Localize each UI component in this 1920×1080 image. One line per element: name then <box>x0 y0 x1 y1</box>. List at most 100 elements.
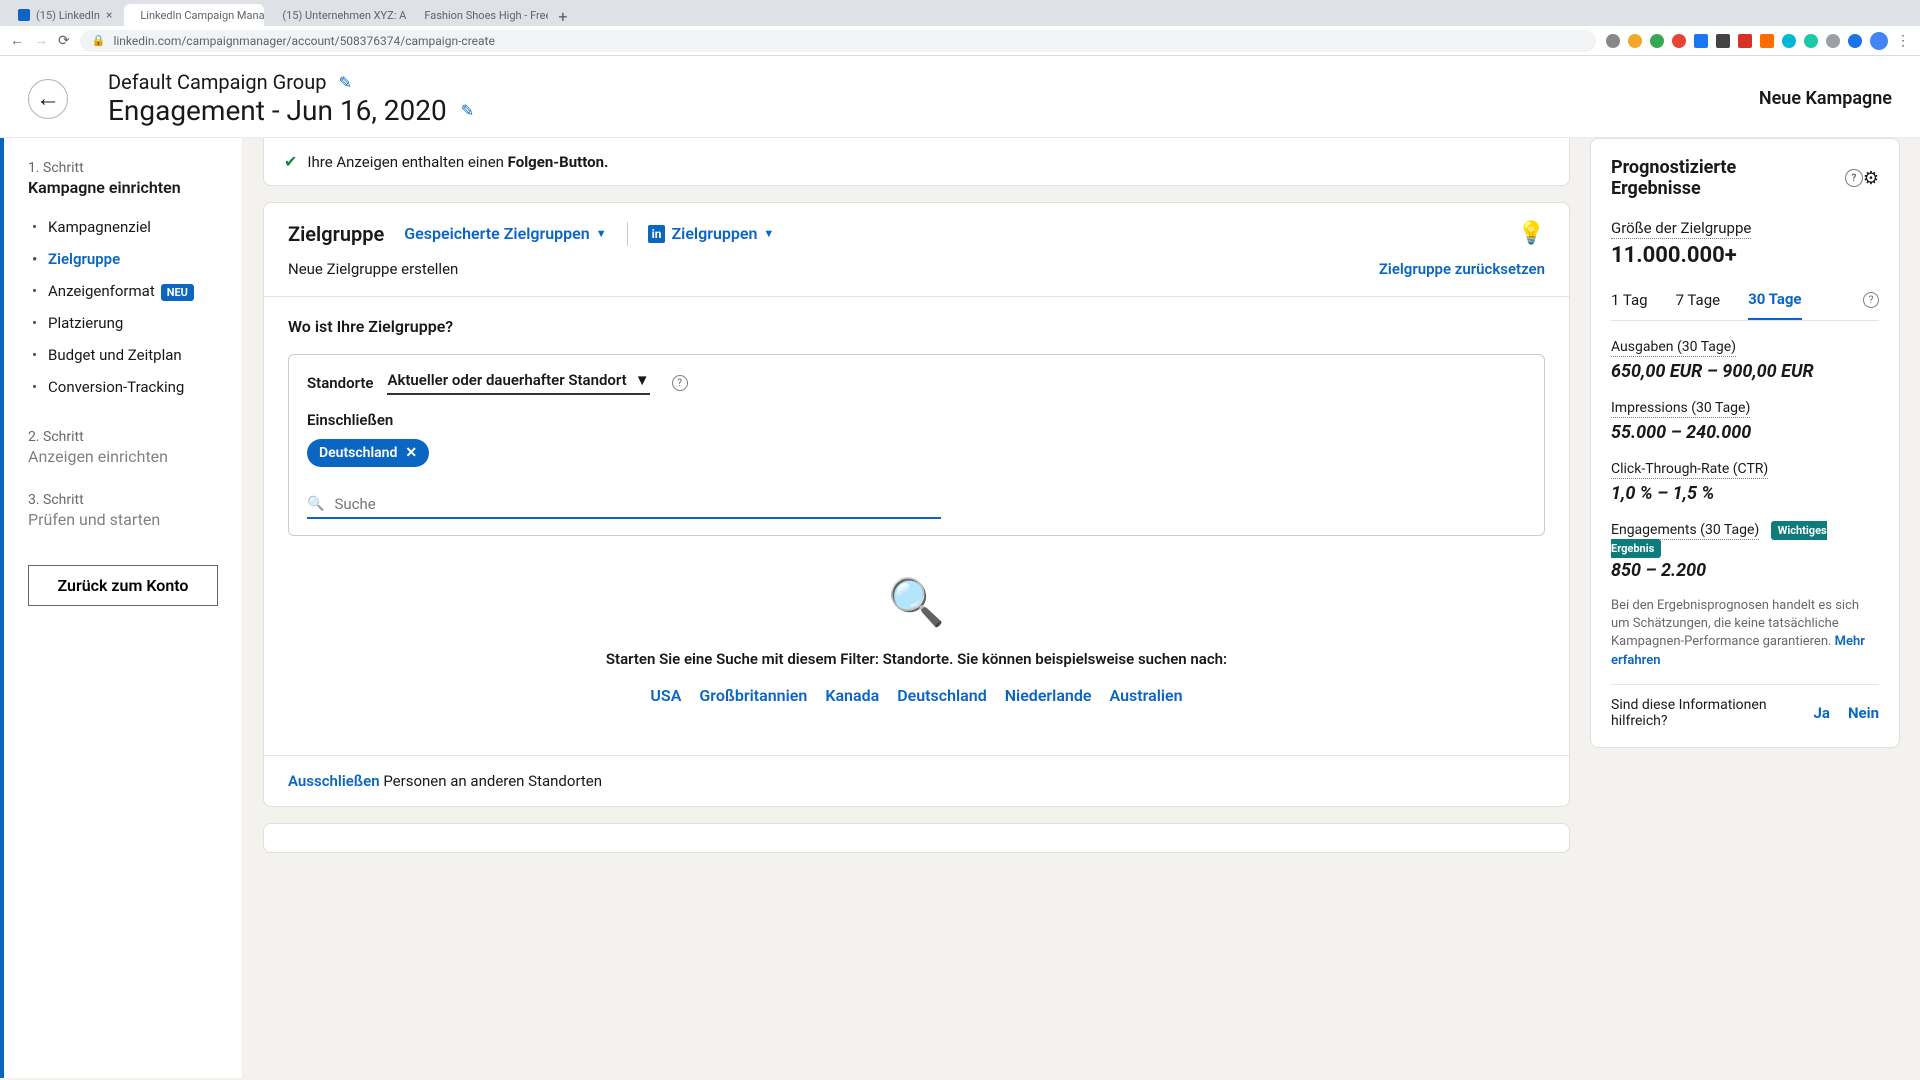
step-title[interactable]: Anzeigen einrichten <box>28 447 218 466</box>
new-badge: NEU <box>161 284 194 301</box>
help-icon[interactable]: ? <box>672 375 688 391</box>
extension-icon[interactable] <box>1672 34 1686 48</box>
impressions-value: 55.000 – 240.000 <box>1611 422 1879 443</box>
close-icon[interactable]: × <box>106 8 112 22</box>
feedback-yes-button[interactable]: Ja <box>1814 704 1830 722</box>
browser-tab[interactable]: (15) Unternehmen XYZ: Admin× <box>266 4 406 26</box>
back-icon[interactable]: ← <box>10 32 24 49</box>
forward-icon[interactable]: → <box>34 32 48 49</box>
spend-value: 650,00 EUR – 900,00 EUR <box>1611 361 1879 382</box>
step-number: 1. Schritt <box>28 160 218 176</box>
forecast-title: Prognostizierte Ergebnisse ? <box>1611 157 1863 199</box>
profile-avatar[interactable] <box>1870 32 1888 50</box>
extension-icon[interactable] <box>1848 34 1862 48</box>
campaign-group-title: Default Campaign Group ✎ <box>108 70 1759 94</box>
audience-size-value: 11.000.000+ <box>1611 243 1879 268</box>
new-tab-button[interactable]: + <box>550 7 575 26</box>
feedback-question: Sind diese Informationen hilfreich? <box>1611 697 1771 729</box>
help-icon[interactable]: ? <box>1845 169 1863 187</box>
divider <box>627 222 628 246</box>
location-question: Wo ist Ihre Zielgruppe? <box>288 317 1545 336</box>
location-search[interactable]: 🔍 <box>307 491 941 519</box>
sidebar: 1. Schritt Kampagne einrichten Kampagnen… <box>0 138 243 1078</box>
linkedin-icon: in <box>648 225 666 243</box>
caret-down-icon: ▼ <box>763 227 774 240</box>
engagements-value: 850 – 2.200 <box>1611 560 1879 581</box>
location-type-select[interactable]: Aktueller oder dauerhafter Standort▼ <box>387 371 649 395</box>
gear-icon[interactable]: ⚙ <box>1863 168 1879 189</box>
extension-icon[interactable] <box>1804 34 1818 48</box>
suggestion-link[interactable]: Deutschland <box>897 686 987 705</box>
suggestion-link[interactable]: USA <box>650 686 681 705</box>
extension-icon[interactable] <box>1716 34 1730 48</box>
sidebar-item-placement[interactable]: Platzierung <box>28 307 218 339</box>
step-title[interactable]: Prüfen und starten <box>28 510 218 529</box>
new-audience-label: Neue Zielgruppe erstellen <box>288 260 458 278</box>
remove-chip-icon[interactable]: ✕ <box>405 445 417 461</box>
check-icon: ✔ <box>284 152 297 171</box>
extension-icon[interactable] <box>1782 34 1796 48</box>
lightbulb-icon[interactable]: 💡 <box>1518 221 1545 246</box>
section-title: Zielgruppe <box>288 222 384 246</box>
reset-audience-link[interactable]: Zielgruppe zurücksetzen <box>1379 260 1545 278</box>
sidebar-item-format[interactable]: AnzeigenformatNEU <box>28 275 218 307</box>
audiences-dropdown[interactable]: in Zielgruppen▼ <box>648 224 775 243</box>
exclude-row: Ausschließen Personen an anderen Standor… <box>264 755 1569 806</box>
sidebar-item-budget[interactable]: Budget und Zeitplan <box>28 339 218 371</box>
forecast-disclaimer: Bei den Ergebnisprognosen handelt es sic… <box>1611 597 1879 670</box>
include-label: Einschließen <box>307 411 1526 429</box>
browser-tab[interactable]: Fashion Shoes High - Free ph× <box>408 4 548 26</box>
feedback-no-button[interactable]: Nein <box>1848 704 1879 722</box>
forecast-tabs: 1 Tag 7 Tage 30 Tage ? <box>1611 290 1879 321</box>
extension-icon[interactable] <box>1738 34 1752 48</box>
back-button[interactable]: ← <box>28 79 68 119</box>
extension-icon[interactable] <box>1826 34 1840 48</box>
step-number: 2. Schritt <box>28 429 218 445</box>
location-box: Standorte Aktueller oder dauerhafter Sta… <box>288 354 1545 536</box>
suggestion-link[interactable]: Niederlande <box>1005 686 1092 705</box>
location-label: Standorte <box>307 374 373 392</box>
suggestion-link[interactable]: Kanada <box>825 686 879 705</box>
reload-icon[interactable]: ⟳ <box>58 33 70 49</box>
search-icon: 🔍 <box>307 496 324 512</box>
browser-tab[interactable]: (15) LinkedIn× <box>8 4 122 26</box>
sidebar-item-audience[interactable]: Zielgruppe <box>28 243 218 275</box>
extension-icon[interactable] <box>1606 34 1620 48</box>
browser-tabs: (15) LinkedIn× LinkedIn Campaign Manager… <box>0 0 1920 26</box>
url-text: linkedin.com/campaignmanager/account/508… <box>113 34 494 48</box>
menu-icon[interactable]: ⋮ <box>1896 33 1910 49</box>
extension-icon[interactable] <box>1760 34 1774 48</box>
page-label: Neue Kampagne <box>1759 88 1892 109</box>
audience-size-label: Größe der Zielgruppe <box>1611 219 1751 239</box>
extension-icon[interactable] <box>1694 34 1708 48</box>
ctr-value: 1,0 % – 1,5 % <box>1611 483 1879 504</box>
exclude-link[interactable]: Ausschließen <box>288 772 380 790</box>
info-text: Ihre Anzeigen enthalten einen Folgen-But… <box>307 153 608 171</box>
browser-address-bar: ← → ⟳ 🔒 linkedin.com/campaignmanager/acc… <box>0 26 1920 56</box>
extension-icon[interactable] <box>1650 34 1664 48</box>
extension-icon[interactable] <box>1628 34 1642 48</box>
back-to-account-button[interactable]: Zurück zum Konto <box>28 565 218 606</box>
sidebar-item-objective[interactable]: Kampagnenziel <box>28 211 218 243</box>
lock-icon: 🔒 <box>92 34 106 47</box>
extension-icons: ⋮ <box>1606 32 1910 50</box>
caret-down-icon: ▼ <box>596 227 607 240</box>
location-search-input[interactable] <box>334 495 940 513</box>
edit-icon[interactable]: ✎ <box>461 101 474 120</box>
url-input[interactable]: 🔒 linkedin.com/campaignmanager/account/5… <box>80 30 1596 52</box>
help-icon[interactable]: ? <box>1863 292 1879 308</box>
tab-7days[interactable]: 7 Tage <box>1676 291 1721 319</box>
spend-label: Ausgaben (30 Tage) <box>1611 339 1736 357</box>
suggestion-link[interactable]: Australien <box>1109 686 1182 705</box>
impressions-label: Impressions (30 Tage) <box>1611 400 1750 418</box>
browser-tab-active[interactable]: LinkedIn Campaign Manager× <box>124 4 264 26</box>
tab-30days[interactable]: 30 Tage <box>1748 290 1801 320</box>
ctr-label: Click-Through-Rate (CTR) <box>1611 461 1768 479</box>
sidebar-item-conversion[interactable]: Conversion-Tracking <box>28 371 218 403</box>
edit-icon[interactable]: ✎ <box>338 73 351 92</box>
caret-down-icon: ▼ <box>635 371 650 389</box>
saved-audiences-dropdown[interactable]: Gespeicherte Zielgruppen▼ <box>404 224 606 243</box>
tab-1day[interactable]: 1 Tag <box>1611 291 1648 319</box>
audience-card: Zielgruppe Gespeicherte Zielgruppen▼ in … <box>263 202 1570 807</box>
suggestion-link[interactable]: Großbritannien <box>699 686 807 705</box>
